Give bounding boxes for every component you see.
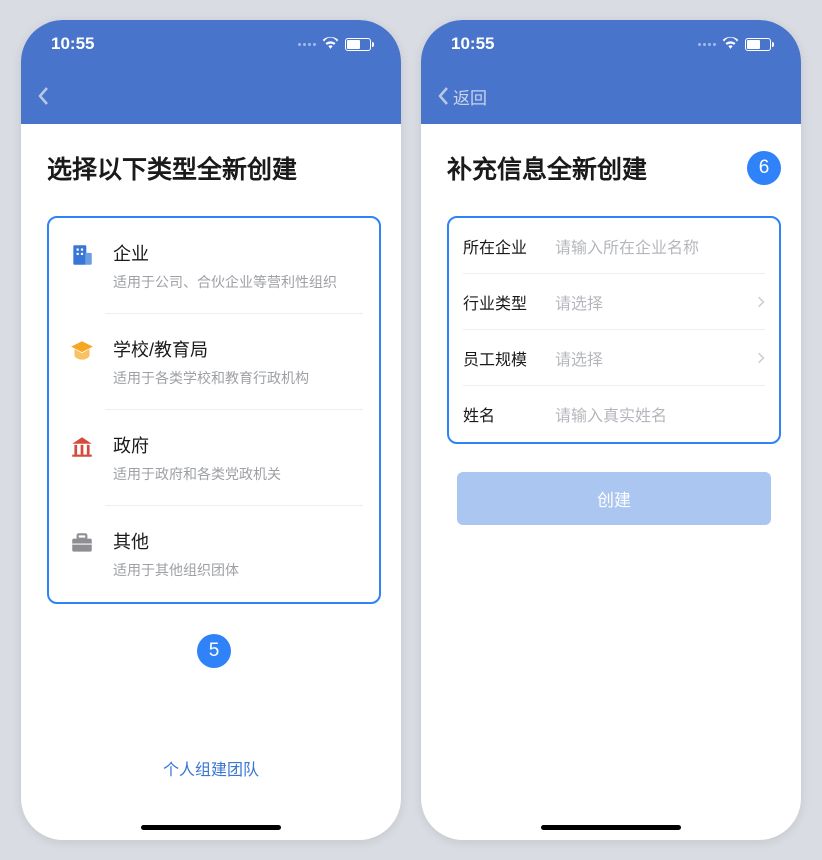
type-item-enterprise[interactable]: 企业 适用于公司、合伙企业等营利性组织 (49, 218, 379, 314)
signal-icon (298, 43, 316, 46)
industry-select[interactable]: 请选择 (555, 290, 737, 314)
type-name: 企业 (113, 240, 363, 266)
name-input[interactable]: 请输入真实姓名 (555, 402, 765, 426)
signal-icon (698, 43, 716, 46)
content-area: 补充信息全新创建 6 所在企业 请输入所在企业名称 行业类型 请选择 员工规模 … (421, 124, 801, 525)
battery-icon (345, 38, 371, 51)
government-icon (69, 434, 95, 460)
form-label: 行业类型 (463, 290, 535, 314)
type-desc: 适用于各类学校和教育行政机构 (113, 368, 363, 388)
type-item-other[interactable]: 其他 适用于其他组织团体 (49, 506, 379, 602)
company-input[interactable]: 请输入所在企业名称 (555, 234, 765, 258)
status-bar: 10:55 (421, 20, 801, 68)
briefcase-icon (69, 530, 95, 556)
step-badge: 5 (197, 634, 231, 668)
form-row-size[interactable]: 员工规模 请选择 (449, 330, 779, 386)
content-area: 选择以下类型全新创建 企业 适用于公司、合伙企业等营利性组织 学校/教育局 适用… (21, 124, 401, 668)
form-label: 员工规模 (463, 346, 535, 370)
type-name: 政府 (113, 432, 363, 458)
form-row-company[interactable]: 所在企业 请输入所在企业名称 (449, 218, 779, 274)
back-icon[interactable] (437, 86, 449, 106)
form-label: 姓名 (463, 402, 535, 426)
chevron-right-icon (757, 295, 765, 309)
status-right (698, 34, 771, 54)
type-item-school[interactable]: 学校/教育局 适用于各类学校和教育行政机构 (49, 314, 379, 410)
phone-screen-1: 10:55 选择以下类型全新创建 企业 适用于公司、合伙企业等营利性组织 (21, 20, 401, 840)
type-list-card: 企业 适用于公司、合伙企业等营利性组织 学校/教育局 适用于各类学校和教育行政机… (47, 216, 381, 604)
status-time: 10:55 (51, 34, 94, 54)
back-label[interactable]: 返回 (453, 84, 487, 109)
back-icon[interactable] (37, 86, 49, 106)
battery-icon (745, 38, 771, 51)
page-title: 补充信息全新创建 (447, 150, 647, 186)
size-select[interactable]: 请选择 (555, 346, 737, 370)
type-name: 学校/教育局 (113, 336, 363, 362)
type-desc: 适用于公司、合伙企业等营利性组织 (113, 272, 363, 292)
form-row-name[interactable]: 姓名 请输入真实姓名 (449, 386, 779, 442)
type-item-government[interactable]: 政府 适用于政府和各类党政机关 (49, 410, 379, 506)
wifi-icon (322, 34, 339, 54)
wifi-icon (722, 34, 739, 54)
status-time: 10:55 (451, 34, 494, 54)
form-row-industry[interactable]: 行业类型 请选择 (449, 274, 779, 330)
type-name: 其他 (113, 528, 363, 554)
home-indicator[interactable] (541, 825, 681, 830)
enterprise-icon (69, 242, 95, 268)
step-badge: 6 (747, 151, 781, 185)
phone-screen-2: 10:55 返回 补充信息全新创建 6 所在企业 请输入所在企业名称 行业类型 … (421, 20, 801, 840)
status-right (298, 34, 371, 54)
form-label: 所在企业 (463, 234, 535, 258)
nav-bar: 返回 (421, 68, 801, 124)
nav-bar (21, 68, 401, 124)
personal-team-link[interactable]: 个人组建团队 (21, 756, 401, 780)
chevron-right-icon (757, 351, 765, 365)
status-bar: 10:55 (21, 20, 401, 68)
page-title: 选择以下类型全新创建 (47, 150, 297, 186)
home-indicator[interactable] (141, 825, 281, 830)
school-icon (69, 338, 95, 364)
form-card: 所在企业 请输入所在企业名称 行业类型 请选择 员工规模 请选择 姓名 请输入真… (447, 216, 781, 444)
type-desc: 适用于其他组织团体 (113, 560, 363, 580)
type-desc: 适用于政府和各类党政机关 (113, 464, 363, 484)
create-button[interactable]: 创建 (457, 472, 771, 525)
